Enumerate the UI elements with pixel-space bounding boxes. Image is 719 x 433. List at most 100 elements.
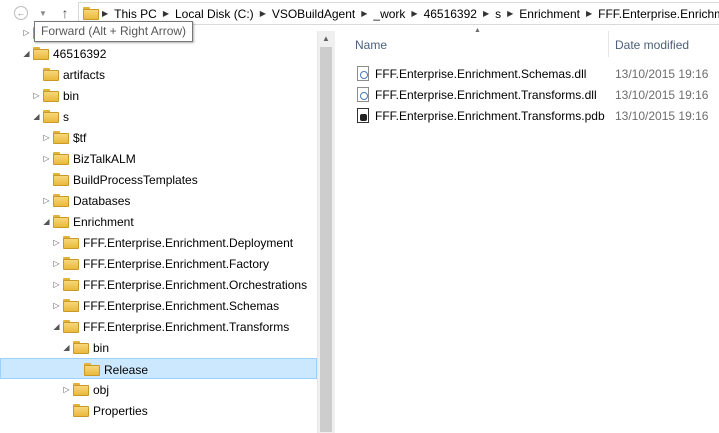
collapsed-arrow-icon[interactable]: ▷	[42, 133, 51, 142]
breadcrumb-local-disk[interactable]: Local Disk (C:)	[172, 7, 257, 21]
folder-icon	[73, 341, 89, 354]
tree-item-label: Properties	[93, 404, 148, 418]
navigation-tree: ▷5e04bf1f◢46516392artifacts▷bin◢s▷$tf▷Bi…	[0, 27, 317, 433]
tree-item-label: 46516392	[53, 47, 107, 61]
tree-item-label: BuildProcessTemplates	[73, 173, 198, 187]
tree-item-label: FFF.Enterprise.Enrichment.Deployment	[83, 236, 294, 250]
tree-item[interactable]: ▷ Databases	[0, 190, 317, 211]
folder-icon	[73, 404, 89, 417]
tree-item[interactable]: ◢ Enrichment	[0, 211, 317, 232]
collapsed-arrow-icon[interactable]: ▷	[52, 301, 61, 310]
folder-icon	[53, 215, 69, 228]
tree-item[interactable]: ◢ bin	[0, 337, 317, 358]
tree-item[interactable]: ◢ FFF.Enterprise.Enrichment.Transforms	[0, 316, 317, 337]
pdb-file-icon	[357, 108, 369, 123]
dll-file-icon	[357, 87, 369, 102]
tree-item-label: Databases	[73, 194, 131, 208]
chevron-right-icon[interactable]: ▶	[504, 9, 516, 18]
breadcrumb-s[interactable]: s	[492, 7, 504, 21]
tree-item-label: FFF.Enterprise.Enrichment.Transforms	[83, 320, 290, 334]
tree-item[interactable]: ◢ 46516392	[0, 43, 317, 64]
chevron-right-icon[interactable]: ▶	[480, 9, 492, 18]
up-arrow-icon: ↑	[61, 5, 69, 21]
tree-item[interactable]: ▷ FFF.Enterprise.Enrichment.Schemas	[0, 295, 317, 316]
folder-icon	[53, 131, 69, 144]
chevron-right-icon[interactable]: ▶	[408, 9, 420, 18]
expanded-arrow-icon[interactable]: ◢	[22, 49, 31, 58]
folder-icon	[84, 363, 100, 376]
collapsed-arrow-icon[interactable]: ▷	[52, 280, 61, 289]
forward-tooltip: Forward (Alt + Right Arrow)	[34, 21, 194, 42]
tree-item-label: obj	[93, 383, 110, 397]
scroll-up-icon[interactable]: ▲	[322, 34, 330, 43]
tree-item[interactable]: ▷ obj	[0, 379, 317, 400]
tree-item-label: FFF.Enterprise.Enrichment.Orchestrations	[83, 278, 308, 292]
back-button[interactable]: ←	[12, 4, 30, 22]
tree-item[interactable]: artifacts	[0, 64, 317, 85]
tree-item-label: BizTalkALM	[73, 152, 136, 166]
collapsed-arrow-icon[interactable]: ▷	[62, 385, 71, 394]
breadcrumb-vsobuildagent[interactable]: VSOBuildAgent	[269, 7, 358, 21]
breadcrumb-work[interactable]: _work	[370, 7, 408, 21]
expanded-arrow-icon[interactable]: ◢	[52, 322, 61, 331]
chevron-right-icon[interactable]: ▶	[99, 9, 111, 18]
chevron-right-icon[interactable]: ▶	[358, 9, 370, 18]
tree-item-label: Enrichment	[73, 215, 134, 229]
column-header-name[interactable]: Name	[355, 31, 605, 59]
up-button[interactable]: ↑	[56, 4, 74, 22]
breadcrumb-transforms[interactable]: FFF.Enterprise.Enrichment.Transforms	[595, 7, 719, 21]
expanded-arrow-icon[interactable]: ◢	[62, 343, 71, 352]
tree-item[interactable]: ▷ BizTalkALM	[0, 148, 317, 169]
folder-icon	[43, 68, 59, 81]
expanded-arrow-icon[interactable]: ◢	[42, 217, 51, 226]
tree-item[interactable]: Properties	[0, 400, 317, 421]
chevron-right-icon[interactable]: ▶	[160, 9, 172, 18]
tree-item[interactable]: ▷ FFF.Enterprise.Enrichment.Factory	[0, 253, 317, 274]
folder-icon	[53, 194, 69, 207]
collapsed-arrow-icon[interactable]: ▷	[42, 196, 51, 205]
tree-item-label: FFF.Enterprise.Enrichment.Schemas	[83, 299, 280, 313]
recent-locations-button[interactable]: ▼	[34, 4, 52, 22]
folder-icon	[53, 173, 69, 186]
file-date-modified: 13/10/2015 19:16	[615, 87, 709, 102]
file-list-pane: ▲ Name Date modified FFF.Enterprise.Enri…	[335, 27, 719, 433]
folder-icon	[43, 110, 59, 123]
collapsed-arrow-icon[interactable]: ▷	[42, 154, 51, 163]
dll-file-icon	[357, 66, 369, 81]
folder-icon	[63, 257, 79, 270]
tree-item[interactable]: ▷ FFF.Enterprise.Enrichment.Orchestration…	[0, 274, 317, 295]
tree-item[interactable]: ▷ FFF.Enterprise.Enrichment.Deployment	[0, 232, 317, 253]
tree-item[interactable]: BuildProcessTemplates	[0, 169, 317, 190]
tree-item[interactable]: ▷ $tf	[0, 127, 317, 148]
breadcrumb-this-pc[interactable]: This PC	[111, 7, 160, 21]
file-name: FFF.Enterprise.Enrichment.Transforms.dll	[375, 87, 597, 102]
tree-item-label: artifacts	[63, 68, 106, 82]
chevron-down-icon: ▼	[39, 8, 47, 18]
column-header-date-modified[interactable]: Date modified	[615, 31, 719, 59]
collapsed-arrow-icon[interactable]: ▷	[52, 238, 61, 247]
collapsed-arrow-icon[interactable]: ▷	[52, 259, 61, 268]
column-divider[interactable]	[608, 31, 609, 57]
folder-icon	[33, 47, 49, 60]
tree-item[interactable]: Release	[0, 358, 317, 379]
tree-item-label: bin	[93, 341, 110, 355]
tree-item-label: FFF.Enterprise.Enrichment.Factory	[83, 257, 270, 271]
tree-item-label: $tf	[73, 131, 87, 145]
chevron-right-icon[interactable]: ▶	[257, 9, 269, 18]
breadcrumb-enrichment[interactable]: Enrichment	[516, 7, 583, 21]
back-arrow-icon: ←	[14, 6, 28, 20]
collapsed-arrow-icon[interactable]: ▷	[32, 91, 41, 100]
folder-icon	[53, 152, 69, 165]
tree-item[interactable]: ◢ s	[0, 106, 317, 127]
expanded-arrow-icon[interactable]: ◢	[32, 112, 41, 121]
collapsed-arrow-icon[interactable]: ▷	[22, 28, 31, 37]
tree-scrollbar[interactable]: ▲	[317, 31, 335, 433]
chevron-right-icon[interactable]: ▶	[583, 9, 595, 18]
tree-item-label: bin	[63, 89, 80, 103]
file-name: FFF.Enterprise.Enrichment.Transforms.pdb	[375, 108, 605, 123]
scrollbar-thumb[interactable]	[320, 47, 332, 432]
tree-item-label: Release	[104, 363, 149, 377]
file-date-modified: 13/10/2015 19:16	[615, 108, 709, 123]
tree-item[interactable]: ▷ bin	[0, 85, 317, 106]
breadcrumb-46516392[interactable]: 46516392	[421, 7, 480, 21]
